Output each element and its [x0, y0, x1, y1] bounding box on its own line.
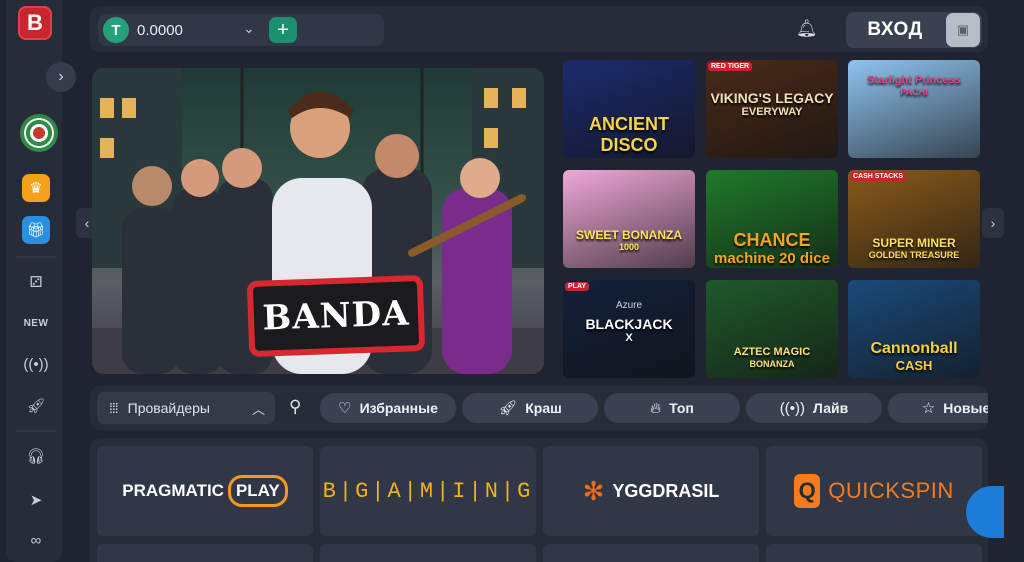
game-card[interactable]: CHANCE machine 20 dice	[706, 170, 838, 268]
fire-icon: 🔥︎	[650, 399, 662, 417]
expand-sidebar-button[interactable]: ›	[46, 62, 76, 92]
game-card[interactable]: PLAY Azure BLACKJACK X	[563, 280, 695, 378]
game-title: SUPER MINER	[872, 236, 956, 250]
provider-name: B|G|A|M|I|N|G	[322, 478, 534, 504]
game-title: BLACKJACK	[585, 316, 673, 332]
filter-new-label: Новые	[943, 400, 988, 416]
game-subtitle: CASH	[895, 358, 933, 373]
login-button[interactable]: ВХОД ▣	[846, 12, 982, 48]
game-title: Cannonball	[870, 340, 958, 357]
provider-pragmatic-play[interactable]: PRAGMATIC PLAY	[97, 446, 313, 536]
gift-icon[interactable]: 🎁︎	[22, 216, 50, 244]
deposit-button[interactable]: +	[269, 17, 297, 43]
quickspin-q-icon: Q	[794, 474, 821, 508]
game-title-prefix: Azure	[615, 300, 643, 311]
provider-card[interactable]	[320, 544, 536, 562]
game-card[interactable]: RED TIGER VIKING'S LEGACY EVERYWAY	[706, 60, 838, 158]
filter-live-label: Лайв	[813, 400, 849, 416]
filter-bar: ⁞⁞⁞ Провайдеры ︿ ⚲ ♡ Избранные 🚀︎ Краш 🔥︎ Т…	[90, 386, 988, 430]
provider-name: YGGDRASIL	[612, 480, 720, 501]
game-subtitle: X	[625, 332, 633, 344]
filter-favorites-label: Избранные	[359, 400, 438, 416]
rocket-icon: 🚀︎	[498, 400, 518, 417]
game-title: SWEET BONANZA	[576, 228, 682, 242]
game-card[interactable]: ANCIENT DISCO	[563, 60, 695, 158]
provider-card[interactable]	[97, 544, 313, 562]
login-icon: ▣	[946, 13, 980, 47]
game-subtitle: EVERYWAY	[741, 106, 803, 118]
game-title: CHANCE	[733, 230, 811, 250]
bell-icon[interactable]: 🔔︎	[796, 19, 818, 39]
filter-crash-label: Краш	[525, 400, 562, 416]
sidebar-divider	[16, 430, 56, 432]
provider-card[interactable]	[543, 544, 759, 562]
grid-icon: ⁞⁞⁞	[109, 400, 119, 416]
game-card[interactable]: AZTEC MAGIC BONANZA	[706, 280, 838, 378]
top-bar: T 0.0000 ⌄ + 🔔︎ ВХОД ▣	[90, 6, 988, 52]
rocket-icon[interactable]: 🚀︎	[22, 392, 50, 420]
game-subtitle: GOLDEN TREASURE	[868, 250, 960, 260]
support-icon[interactable]: 🎧︎	[22, 442, 50, 470]
game-subtitle: 1000	[618, 242, 640, 252]
providers-label: Провайдеры	[127, 400, 210, 416]
search-icon[interactable]: ⚲	[289, 397, 301, 417]
yggdrasil-tree-icon: ✻	[582, 475, 605, 506]
new-icon[interactable]: NEW	[22, 309, 50, 337]
star-icon: ☆	[921, 400, 936, 417]
chevron-up-icon: ︿	[251, 402, 265, 417]
game-card[interactable]: CASH STACKS SUPER MINER GOLDEN TREASURE	[848, 170, 980, 268]
filter-top-label: Топ	[669, 400, 694, 416]
game-provider-badge: RED TIGER	[708, 62, 753, 71]
filter-favorites[interactable]: ♡ Избранные	[320, 393, 456, 423]
crown-icon[interactable]: ♛	[22, 174, 50, 202]
banner-image: BANDA	[92, 68, 544, 374]
game-subtitle: BONANZA	[749, 359, 795, 369]
wheel-of-fortune-icon[interactable]	[20, 114, 58, 152]
game-title: Starlight Princess	[867, 74, 961, 86]
tether-icon: T	[103, 17, 129, 43]
provider-name-part1: PRAGMATIC	[122, 481, 224, 500]
dice-icon[interactable]: ⚂	[22, 268, 50, 296]
filter-live[interactable]: ((•)) Лайв	[746, 393, 882, 423]
game-subtitle: PACHI	[900, 87, 928, 97]
banner-title: BANDA	[261, 293, 411, 339]
game-provider-badge: PLAY	[565, 282, 590, 291]
game-card[interactable]: SWEET BONANZA 1000	[563, 170, 695, 268]
promo-banner[interactable]: BANDA	[90, 60, 554, 378]
logo-letter: B	[27, 10, 43, 35]
providers-grid: PRAGMATIC PLAY B|G|A|M|I|N|G ✻ YGGDRASIL…	[90, 438, 988, 562]
login-label: ВХОД	[867, 19, 923, 40]
game-subtitle: machine 20 dice	[714, 250, 830, 267]
casino-logo[interactable]: B	[18, 6, 52, 40]
game-card[interactable]: Starlight Princess PACHI	[848, 60, 980, 158]
live-icon: ((•))	[779, 399, 806, 417]
filter-crash[interactable]: 🚀︎ Краш	[462, 393, 598, 423]
game-provider-badge: CASH STACKS	[850, 172, 907, 181]
live-icon[interactable]: ((•))	[22, 350, 50, 378]
provider-yggdrasil[interactable]: ✻ YGGDRASIL	[543, 446, 759, 536]
provider-name: QUICKSPIN	[828, 478, 954, 503]
filter-new[interactable]: ☆ Новые	[888, 393, 988, 423]
provider-card[interactable]	[766, 544, 982, 562]
provider-quickspin[interactable]: Q QUICKSPIN	[766, 446, 982, 536]
balance-selector[interactable]: T 0.0000 ⌄ +	[98, 14, 384, 46]
game-title: ANCIENT DISCO	[589, 114, 669, 155]
sidebar-divider	[16, 256, 56, 258]
balance-amount: 0.0000	[137, 21, 183, 39]
heart-icon: ♡	[338, 400, 352, 417]
link-icon[interactable]: ∞	[22, 526, 50, 554]
filter-top[interactable]: 🔥︎ Топ	[604, 393, 740, 423]
game-title: VIKING'S LEGACY	[710, 90, 834, 106]
game-title: AZTEC MAGIC	[733, 346, 811, 358]
provider-bgaming[interactable]: B|G|A|M|I|N|G	[320, 446, 536, 536]
game-card[interactable]: Cannonball CASH	[848, 280, 980, 378]
carousel-next-button[interactable]: ›	[982, 208, 1004, 238]
providers-dropdown[interactable]: ⁞⁞⁞ Провайдеры ︿	[97, 392, 275, 424]
provider-name-part2: PLAY	[227, 475, 288, 507]
chevron-down-icon[interactable]: ⌄	[243, 20, 255, 37]
banner-title-badge: BANDA	[246, 274, 426, 358]
telegram-icon[interactable]: ➤	[22, 486, 50, 514]
